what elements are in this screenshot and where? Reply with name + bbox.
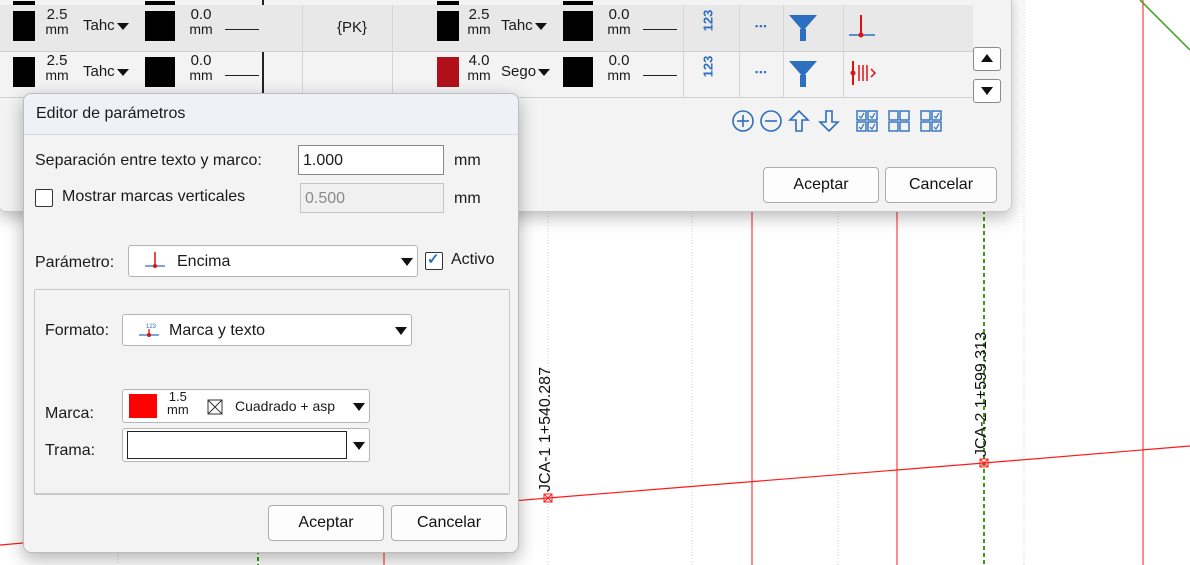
- number-format-icon[interactable]: 123: [700, 10, 715, 32]
- dialog-title: Editor de parámetros: [36, 105, 186, 122]
- vertical-marks-icon[interactable]: [849, 59, 889, 87]
- line-style[interactable]: [643, 29, 677, 30]
- scroll-up-button[interactable]: [973, 47, 1001, 71]
- move-up-icon[interactable]: [787, 109, 811, 133]
- table-row[interactable]: 2.5 mm Tahc 0.0 mm {PK} 2.5 mm Tahc 0.0 mm 1…: [0, 5, 973, 52]
- chevron-down-icon: [353, 403, 365, 411]
- separation-input[interactable]: 1.000: [298, 145, 444, 175]
- invert-check-icon[interactable]: [919, 109, 943, 133]
- uncheck-all-icon[interactable]: [887, 109, 911, 133]
- format-select[interactable]: 123 Marca y texto: [122, 314, 412, 346]
- mark-label: Marca:: [45, 405, 94, 422]
- show-marks-label: Mostrar marcas verticales: [62, 188, 246, 205]
- scroll-down-button[interactable]: [973, 79, 1001, 103]
- digits-icon[interactable]: ▪▪▪: [755, 67, 768, 77]
- hatch-swatch: [127, 431, 347, 459]
- font-dropdown[interactable]: Tahc: [83, 63, 129, 80]
- chevron-down-icon: [401, 258, 413, 266]
- format-group: Formato: 123 Marca y texto Marca: 1.5 mm …: [34, 289, 510, 495]
- accept-button[interactable]: Aceptar: [268, 505, 384, 541]
- line-style[interactable]: [225, 75, 259, 76]
- move-down-icon[interactable]: [817, 109, 841, 133]
- color-swatch[interactable]: [563, 57, 593, 87]
- station-label-jca2: JCA-2 1+599.313: [973, 332, 990, 457]
- color-swatch[interactable]: [437, 11, 459, 41]
- font-dropdown[interactable]: Sego: [501, 63, 550, 80]
- svg-text:123: 123: [146, 324, 157, 330]
- station-label-jca1: JCA-1 1+540.287: [537, 367, 554, 492]
- format-label: Formato:: [45, 322, 110, 339]
- separation-label: Separación entre texto y marco:: [35, 152, 262, 169]
- line-style[interactable]: [225, 29, 259, 30]
- filter-icon[interactable]: [789, 61, 817, 87]
- color-swatch[interactable]: [13, 11, 35, 41]
- font-dropdown[interactable]: Tahc: [83, 17, 129, 34]
- number-format-icon[interactable]: 123: [700, 56, 715, 78]
- table-accept-button[interactable]: Aceptar: [763, 167, 879, 203]
- filter-icon[interactable]: [789, 15, 817, 41]
- mark-select[interactable]: 1.5 mm Cuadrado + asp: [122, 389, 370, 423]
- show-marks-input: 0.500: [300, 183, 444, 213]
- chevron-down-icon: [353, 442, 365, 450]
- add-circle-icon[interactable]: [731, 109, 755, 133]
- cancel-button[interactable]: Cancelar: [391, 505, 507, 541]
- check-all-icon[interactable]: [855, 109, 879, 133]
- active-checkbox[interactable]: [425, 250, 443, 270]
- mark-text-icon: 123: [139, 324, 159, 337]
- color-swatch[interactable]: [145, 57, 175, 87]
- parameter-editor-dialog: Editor de parámetros Separación entre te…: [23, 93, 519, 553]
- mark-color-swatch: [129, 394, 157, 418]
- parameter-select[interactable]: Encima: [128, 245, 418, 277]
- square-cross-icon: [207, 399, 223, 415]
- font-dropdown[interactable]: Tahc: [501, 17, 547, 34]
- show-marks-checkbox[interactable]: [35, 189, 53, 207]
- dialog-titlebar[interactable]: Editor de parámetros: [24, 94, 518, 135]
- digits-icon[interactable]: ▪▪▪: [755, 21, 768, 31]
- active-label: Activo: [451, 251, 495, 268]
- table-cancel-button[interactable]: Cancelar: [885, 167, 997, 203]
- separation-unit: mm: [454, 152, 481, 169]
- line-style[interactable]: [643, 75, 677, 76]
- color-swatch[interactable]: [563, 11, 593, 41]
- table-row[interactable]: 2.5 mm Tahc 0.0 mm 4.0 mm Sego 0.0 mm 123 ▪▪…: [0, 51, 973, 98]
- hatch-label: Trama:: [45, 442, 96, 459]
- green-diagonal-line: [1139, 0, 1190, 51]
- hatch-select[interactable]: [122, 428, 370, 462]
- color-swatch[interactable]: [437, 57, 459, 87]
- chevron-down-icon: [395, 327, 407, 335]
- color-swatch[interactable]: [13, 57, 35, 87]
- remove-circle-icon[interactable]: [759, 109, 783, 133]
- parameter-label: Parámetro:: [35, 254, 115, 271]
- mark-above-icon[interactable]: [849, 15, 879, 41]
- show-marks-unit: mm: [454, 190, 481, 207]
- mark-above-icon: [145, 252, 165, 268]
- color-swatch[interactable]: [145, 11, 175, 41]
- pk-field[interactable]: {PK}: [337, 19, 367, 36]
